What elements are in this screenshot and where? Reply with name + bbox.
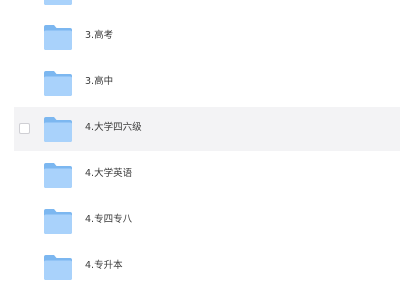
folder-icon [44, 0, 72, 5]
folder-icon [44, 117, 72, 142]
folder-row[interactable]: 3.高中 [14, 61, 400, 105]
file-list: 3.高考 3.高中 4.大学四六级 4.大学英语 4.专四专八 4.专升本 [0, 0, 400, 300]
folder-icon [44, 209, 72, 234]
folder-icon [44, 255, 72, 280]
folder-name: 3.高考 [85, 30, 114, 41]
folder-icon [44, 25, 72, 50]
folder-row[interactable]: 4.专四专八 [14, 199, 400, 243]
folder-name: 4.大学四六级 [85, 122, 142, 133]
select-checkbox[interactable] [19, 123, 30, 134]
folder-icon [44, 71, 72, 96]
folder-name: 4.专升本 [85, 260, 123, 271]
folder-row[interactable]: 4.专升本 [14, 245, 400, 289]
folder-icon [44, 163, 72, 188]
folder-row[interactable]: 3.高考 [14, 15, 400, 59]
folder-name: 3.高中 [85, 76, 114, 87]
folder-row[interactable]: 4.大学英语 [14, 153, 400, 197]
folder-name: 4.大学英语 [85, 168, 133, 179]
folder-row[interactable] [14, 0, 400, 14]
folder-name: 4.专四专八 [85, 214, 133, 225]
folder-row-hovered[interactable]: 4.大学四六级 [14, 107, 400, 151]
